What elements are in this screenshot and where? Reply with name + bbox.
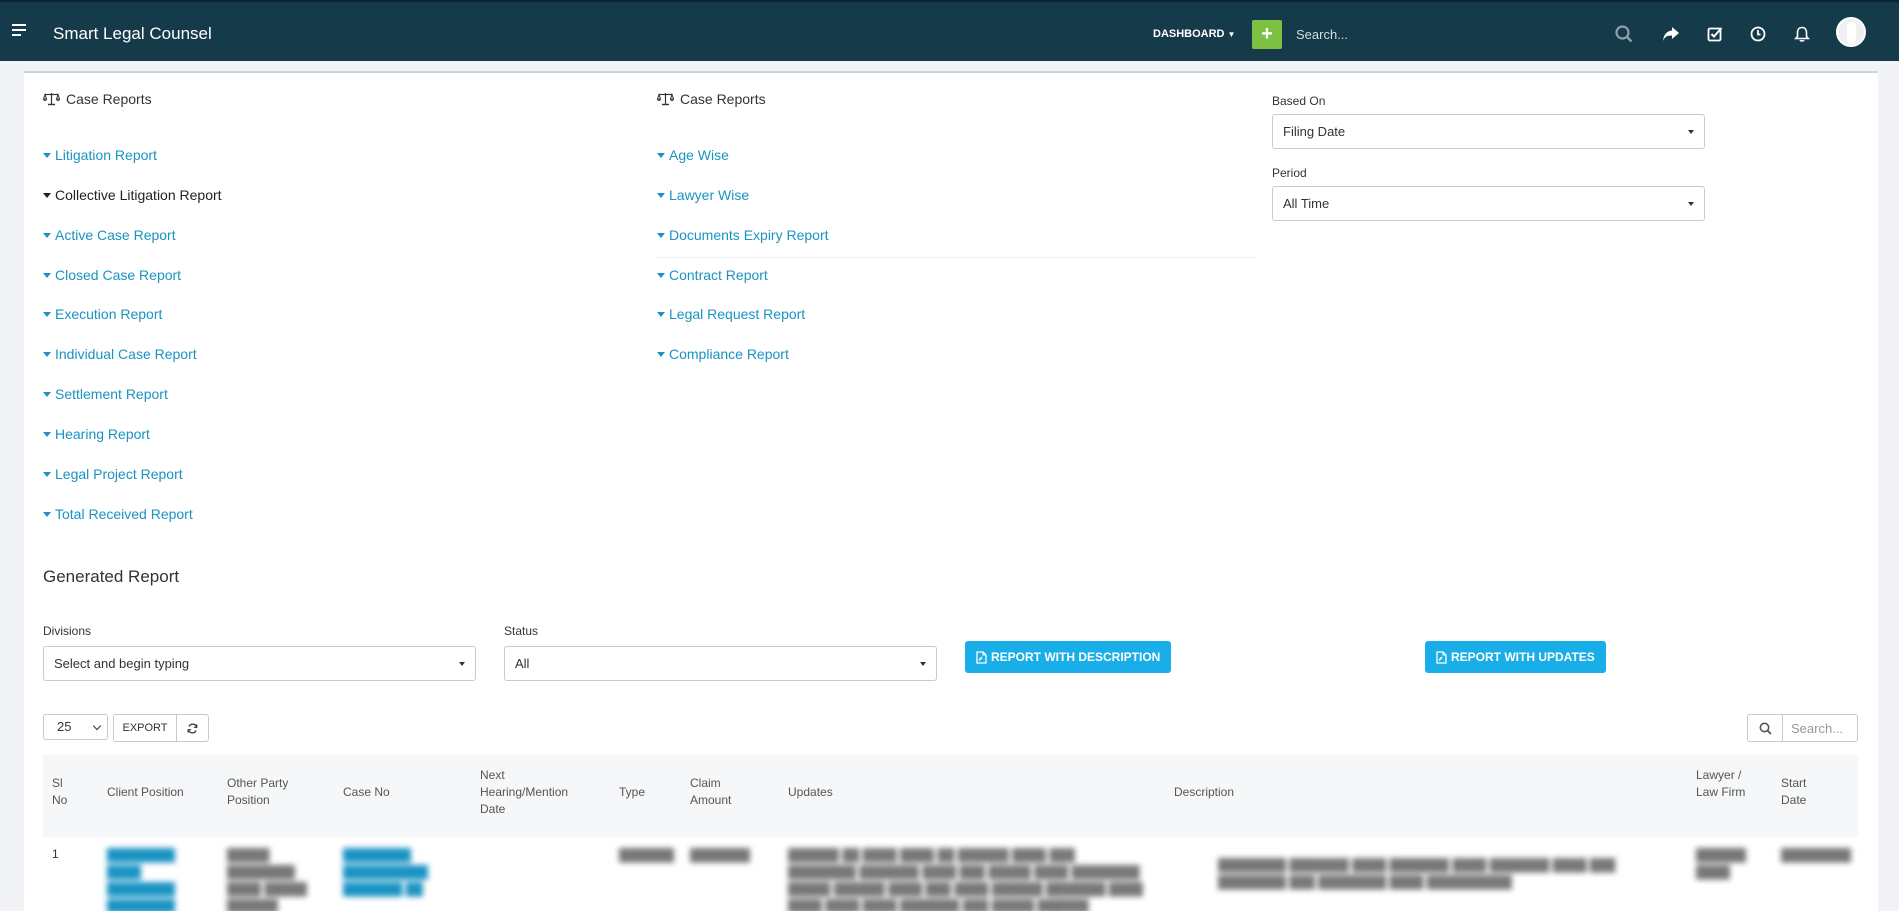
column-header-type[interactable]: Type — [619, 784, 645, 801]
pdf-file-icon — [976, 650, 987, 664]
report-link-execution[interactable]: Execution Report — [43, 306, 162, 322]
avatar[interactable] — [1836, 17, 1866, 47]
caret-down-icon — [657, 192, 665, 198]
table-header: Sl No Client Position Other Party Positi… — [43, 755, 1858, 837]
global-search-input[interactable] — [1296, 20, 1616, 48]
blurred-cell-case-no: ████████ ██████████ ███████ ██ — [343, 848, 429, 896]
caret-down-icon — [43, 471, 51, 477]
status-label: Status — [504, 624, 539, 638]
refresh-icon — [187, 722, 198, 734]
caret-down-icon — [1688, 130, 1694, 134]
column-header-sl-no[interactable]: Sl No — [52, 775, 72, 809]
report-link-compliance[interactable]: Compliance Report — [657, 346, 789, 362]
caret-down-icon — [920, 662, 926, 666]
report-link-legal-project[interactable]: Legal Project Report — [43, 466, 183, 482]
blurred-cell-claim: ████████ — [690, 848, 750, 862]
case-reports-title-middle: Case Reports — [657, 91, 766, 107]
reports-panel: Case Reports Litigation Report Collectiv… — [24, 71, 1878, 911]
divisions-label: Divisions — [43, 624, 92, 638]
report-link-active-case[interactable]: Active Case Report — [43, 227, 176, 243]
column-header-client-position[interactable]: Client Position — [107, 784, 184, 801]
report-link-lawyer-wise[interactable]: Lawyer Wise — [657, 187, 749, 203]
chevron-down-icon — [92, 721, 102, 731]
table-row[interactable]: 1 ████████ ████ ████████ ████████ ████ █… — [43, 837, 1858, 911]
caret-down-icon — [657, 232, 665, 238]
case-reports-title-left: Case Reports — [43, 91, 152, 107]
cell-sl-no: 1 — [52, 847, 59, 861]
clock-icon[interactable] — [1748, 24, 1768, 44]
caret-down-icon — [657, 152, 665, 158]
app-brand[interactable]: Smart Legal Counsel — [53, 24, 212, 44]
page-size-select[interactable]: 25 — [43, 714, 108, 740]
blurred-cell-start-date: ██████████ — [1781, 848, 1851, 862]
caret-down-icon: ▼ — [1227, 30, 1236, 39]
table-search-icon[interactable] — [1747, 714, 1783, 742]
report-link-collective-litigation[interactable]: Collective Litigation Report — [43, 187, 222, 203]
blurred-cell-type: ████████ — [619, 848, 674, 862]
hamburger-menu-icon[interactable] — [12, 24, 26, 36]
blurred-cell-client-position: ████████ ████ ████████ ████████ ████ ██ — [107, 848, 176, 911]
search-icon[interactable] — [1614, 24, 1634, 44]
report-link-closed-case[interactable]: Closed Case Report — [43, 267, 181, 283]
add-button[interactable]: + — [1252, 20, 1282, 49]
export-button[interactable]: EXPORT — [113, 714, 177, 742]
dashboard-dropdown[interactable]: DASHBOARD ▼ — [1153, 28, 1235, 40]
caret-down-icon — [459, 662, 465, 666]
blurred-cell-lawyer: ██████ ████ — [1696, 848, 1746, 879]
caret-down-icon — [1688, 202, 1694, 206]
report-link-legal-request[interactable]: Legal Request Report — [657, 306, 805, 322]
caret-down-icon — [657, 351, 665, 357]
caret-down-icon — [657, 311, 665, 317]
report-link-age-wise[interactable]: Age Wise — [657, 147, 729, 163]
balance-scale-icon — [43, 92, 60, 106]
caret-down-icon — [43, 152, 51, 158]
generated-report-title: Generated Report — [43, 567, 180, 586]
divisions-select[interactable]: Select and begin typing — [43, 646, 476, 681]
report-link-documents-expiry[interactable]: Documents Expiry Report — [657, 227, 829, 243]
column-header-lawyer-law-firm[interactable]: Lawyer / Law Firm — [1696, 767, 1746, 801]
based-on-select[interactable]: Filing Date — [1272, 114, 1705, 149]
report-link-total-received[interactable]: Total Received Report — [43, 506, 193, 522]
report-link-settlement[interactable]: Settlement Report — [43, 386, 168, 402]
column-header-start-date[interactable]: Start Date — [1781, 775, 1816, 809]
caret-down-icon — [43, 391, 51, 397]
caret-down-icon — [43, 272, 51, 278]
caret-down-icon — [43, 311, 51, 317]
based-on-label: Based On — [1272, 94, 1326, 108]
caret-down-icon — [657, 272, 665, 278]
caret-down-icon — [43, 351, 51, 357]
report-with-updates-button[interactable]: REPORT WITH UPDATES — [1425, 641, 1606, 673]
caret-down-icon — [43, 431, 51, 437]
tasks-icon[interactable] — [1705, 24, 1725, 44]
blurred-cell-updates: ██████ ██ ████ ████ ██ ██████ ████ ███ █… — [788, 848, 1143, 911]
caret-down-icon — [43, 192, 51, 198]
divider — [657, 257, 1257, 258]
blurred-cell-other-party: █████ ████████ ████ █████ ██████ ████ — [227, 848, 307, 911]
report-link-litigation[interactable]: Litigation Report — [43, 147, 157, 163]
dashboard-label: DASHBOARD — [1153, 28, 1225, 40]
column-header-other-party-position[interactable]: Other Party Position — [227, 775, 307, 809]
period-label: Period — [1272, 166, 1307, 180]
caret-down-icon — [43, 511, 51, 517]
table-search-input[interactable] — [1782, 714, 1858, 742]
bell-icon[interactable] — [1792, 24, 1812, 44]
column-header-next-hearing[interactable]: Next Hearing/Mention Date — [480, 767, 580, 818]
report-link-individual-case[interactable]: Individual Case Report — [43, 346, 197, 362]
status-select[interactable]: All — [504, 646, 937, 681]
balance-scale-icon — [657, 92, 674, 106]
column-header-updates[interactable]: Updates — [788, 784, 833, 801]
column-header-description[interactable]: Description — [1174, 784, 1234, 801]
refresh-button[interactable] — [176, 714, 209, 742]
share-icon[interactable] — [1661, 24, 1681, 44]
report-with-description-button[interactable]: REPORT WITH DESCRIPTION — [965, 641, 1172, 673]
top-navbar: Smart Legal Counsel DASHBOARD ▼ + — [0, 0, 1899, 61]
report-link-contract[interactable]: Contract Report — [657, 267, 768, 283]
report-link-hearing[interactable]: Hearing Report — [43, 426, 150, 442]
period-select[interactable]: All Time — [1272, 186, 1705, 221]
pdf-file-icon — [1436, 650, 1447, 664]
blurred-cell-description: ████████ ███████ ████ ███████ ████ █████… — [1218, 858, 1616, 889]
caret-down-icon — [43, 232, 51, 238]
column-header-case-no[interactable]: Case No — [343, 784, 390, 801]
column-header-claim-amount[interactable]: Claim Amount — [690, 775, 740, 809]
